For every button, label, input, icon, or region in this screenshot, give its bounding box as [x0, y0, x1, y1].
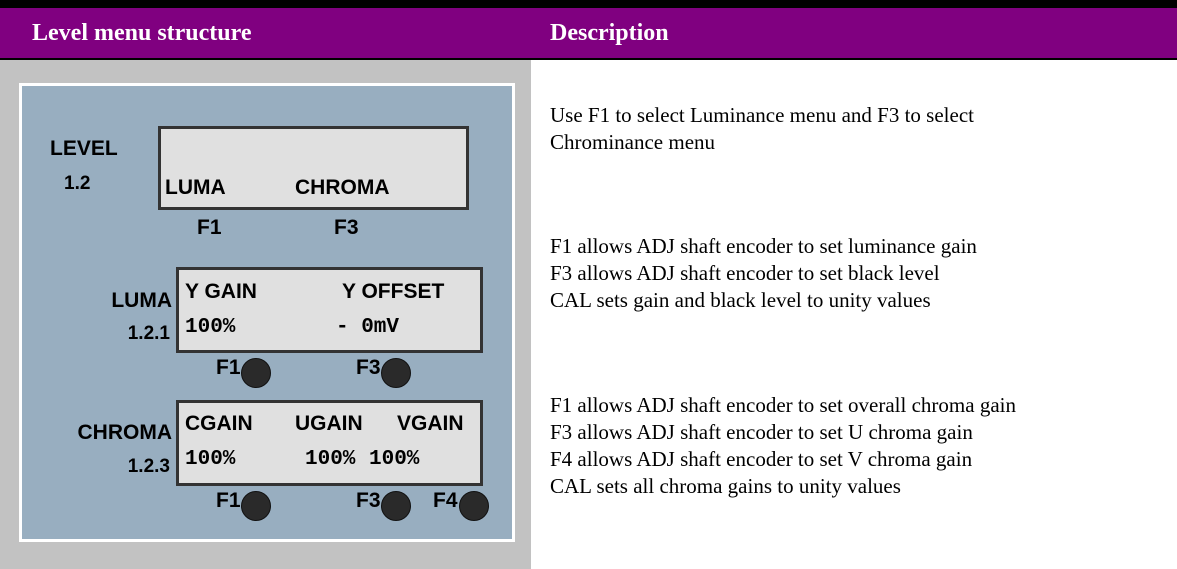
lcd-y-offset-value: - 0mV	[336, 316, 400, 339]
level-description: Use F1 to select Luminance menu and F3 t…	[550, 102, 974, 156]
header-level-menu-structure: Level menu structure	[32, 20, 252, 46]
chroma-lcd-display: CGAIN UGAIN VGAIN 100% 100% 100%	[176, 400, 483, 486]
luma-menu-name: LUMA	[111, 289, 172, 312]
top-rule	[0, 0, 1177, 8]
lcd-vgain-label: VGAIN	[397, 412, 464, 435]
description-line: F1 allows ADJ shaft encoder to set lumin…	[550, 234, 977, 258]
header-description: Description	[550, 20, 669, 46]
lcd-cgain-value: 100%	[185, 448, 236, 471]
luma-f3-button[interactable]	[381, 358, 411, 388]
description-line: Use F1 to select Luminance menu and F3 t…	[550, 103, 974, 127]
luma-description: F1 allows ADJ shaft encoder to set lumin…	[550, 233, 977, 314]
lcd-ugain-label: UGAIN	[295, 412, 363, 435]
description-line: CAL sets gain and black level to unity v…	[550, 288, 931, 312]
description-line: F1 allows ADJ shaft encoder to set overa…	[550, 393, 1016, 417]
chroma-f3-label: F3	[356, 489, 381, 512]
lcd-y-gain-value: 100%	[185, 316, 236, 339]
table-header: Level menu structure Description	[0, 8, 1177, 58]
luma-f1-button[interactable]	[241, 358, 271, 388]
description-line: F4 allows ADJ shaft encoder to set V chr…	[550, 447, 973, 471]
level-f3-label: F3	[334, 216, 359, 239]
chroma-menu-number: 1.2.3	[127, 456, 170, 477]
luma-f1-label: F1	[216, 356, 241, 379]
chroma-f4-label: F4	[433, 489, 458, 512]
level-lcd-display: LUMA CHROMA	[158, 126, 469, 210]
front-panel-diagram: LEVEL 1.2 LUMA CHROMA F1 F3 LUMA 1.2.1 Y…	[19, 83, 515, 542]
description-line: F3 allows ADJ shaft encoder to set U chr…	[550, 420, 973, 444]
lcd-ugain-value: 100%	[305, 448, 356, 471]
description-line: CAL sets all chroma gains to unity value…	[550, 474, 901, 498]
lcd-chroma-label: CHROMA	[295, 176, 390, 199]
chroma-description: F1 allows ADJ shaft encoder to set overa…	[550, 392, 1016, 500]
luma-menu-number: 1.2.1	[127, 323, 170, 344]
lcd-luma-label: LUMA	[165, 176, 226, 199]
level-f1-label: F1	[197, 216, 222, 239]
chroma-f1-button[interactable]	[241, 491, 271, 521]
description-line: F3 allows ADJ shaft encoder to set black…	[550, 261, 940, 285]
chroma-menu-name: CHROMA	[77, 421, 173, 444]
luma-f3-label: F3	[356, 356, 381, 379]
level-menu-number: 1.2	[64, 173, 91, 194]
lcd-y-gain-label: Y GAIN	[185, 280, 257, 303]
description-line: Chrominance menu	[550, 130, 716, 154]
chroma-f4-button[interactable]	[459, 491, 489, 521]
menu-structure-column: LEVEL 1.2 LUMA CHROMA F1 F3 LUMA 1.2.1 Y…	[0, 60, 531, 569]
lcd-y-offset-label: Y OFFSET	[342, 280, 445, 303]
lcd-cgain-label: CGAIN	[185, 412, 253, 435]
luma-lcd-display: Y GAIN Y OFFSET 100% - 0mV	[176, 267, 483, 353]
chroma-f1-label: F1	[216, 489, 241, 512]
level-menu-name: LEVEL	[50, 137, 118, 160]
chroma-f3-button[interactable]	[381, 491, 411, 521]
lcd-vgain-value: 100%	[369, 448, 420, 471]
